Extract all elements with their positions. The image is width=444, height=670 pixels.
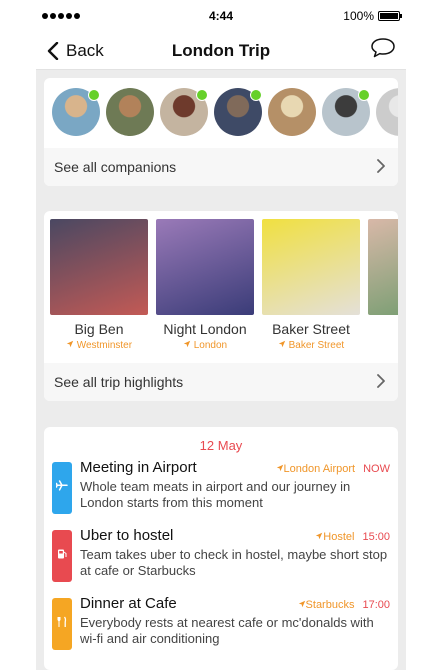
highlight-location: Westminster [50,340,148,351]
companions-list [44,78,398,148]
event-title: Uber to hostel [80,527,174,544]
trip-highlights-card: Big Ben Westminster Night London London Ba… [44,211,398,401]
highlight-location: B [368,340,398,351]
companion-avatar[interactable] [52,88,100,136]
highlight-item[interactable]: Night London London [156,219,254,363]
event-location: London Airport [276,463,356,475]
highlight-photo [262,219,360,315]
status-bar: 4:44 100% [36,0,406,32]
highlight-item[interactable]: Park B [368,219,398,363]
event-location: Starbucks [298,599,355,611]
event-location-text: Starbucks [305,599,355,611]
chevron-right-icon [376,158,386,176]
event-location-text: Hostel [323,531,355,543]
event-description: Team takes uber to check in hostel, mayb… [80,547,388,578]
event-time: NOW [363,463,390,475]
online-indicator-icon [88,89,100,101]
event-category-badge [52,530,72,582]
highlight-location-text: Baker Street [288,340,345,351]
companion-avatar[interactable] [376,88,398,136]
highlights-list: Big Ben Westminster Night London London Ba… [44,211,398,363]
fuel-icon [56,547,68,565]
highlight-photo [368,219,398,315]
highlight-item[interactable]: Baker Street Baker Street [262,219,360,363]
location-arrow-icon [66,340,77,351]
event-description: Everybody rests at nearest cafe or mc'do… [80,615,374,646]
chat-button[interactable] [370,37,396,64]
companion-avatar[interactable] [106,88,154,136]
online-indicator-icon [196,89,208,101]
schedule-card: 12 May Meeting in Airport London Airport… [44,427,398,670]
see-all-highlights-label: See all trip highlights [54,374,184,390]
event-time: 15:00 [362,531,390,543]
event-description: Whole team meats in airport and our jour… [80,479,351,510]
location-arrow-icon [183,340,194,351]
back-button[interactable]: Back [46,41,104,61]
schedule-date: 12 May [199,438,243,453]
companions-card: See all companions [44,78,398,186]
see-all-highlights-row[interactable]: See all trip highlights [44,363,398,401]
location-arrow-icon [278,340,289,351]
event-item[interactable]: Dinner at Cafe Starbucks 17:00 Everybody… [44,595,398,663]
event-item[interactable]: Meeting in Airport London Airport NOW Wh… [44,459,398,527]
event-location: Hostel [315,531,354,543]
highlight-photo [156,219,254,315]
events-list: Meeting in Airport London Airport NOW Wh… [44,459,398,663]
see-all-companions-label: See all companions [54,159,177,175]
chevron-left-icon [47,41,59,60]
chevron-right-icon [376,373,386,391]
see-all-companions-row[interactable]: See all companions [44,148,398,186]
event-category-badge [52,598,72,650]
battery-icon [378,11,402,21]
location-arrow-icon [298,599,306,611]
highlight-name: Baker Street [272,321,350,337]
chat-bubble-icon [371,38,395,58]
highlight-location: London [156,340,254,351]
signal-dots-icon [42,13,80,19]
event-item[interactable]: Uber to hostel Hostel 15:00 Team takes u… [44,527,398,595]
phone-screen: 4:44 100% Back London Trip See all compa… [36,0,406,670]
online-indicator-icon [358,89,370,101]
fork-knife-icon [56,615,68,633]
companion-avatar[interactable] [268,88,316,136]
event-category-badge [52,462,72,514]
highlight-name: Big Ben [74,321,124,337]
airplane-icon [55,479,68,497]
companion-avatar[interactable] [160,88,208,136]
battery-percent: 100% [343,9,374,23]
companion-avatar[interactable] [214,88,262,136]
highlight-location-text: Westminster [76,340,133,351]
event-location-text: London Airport [283,463,356,475]
highlight-item[interactable]: Big Ben Westminster [50,219,148,363]
event-title: Meeting in Airport [80,459,197,476]
navigation-bar: Back London Trip [36,32,406,70]
companion-avatar[interactable] [322,88,370,136]
highlight-photo [50,219,148,315]
highlight-name: Park [368,321,398,337]
online-indicator-icon [250,89,262,101]
event-time: 17:00 [362,599,390,611]
highlight-name: Night London [163,321,247,337]
event-title: Dinner at Cafe [80,595,177,612]
highlight-location-text: London [193,340,228,351]
location-arrow-icon [276,463,284,475]
back-label: Back [66,40,104,60]
highlight-location: Baker Street [262,340,360,351]
